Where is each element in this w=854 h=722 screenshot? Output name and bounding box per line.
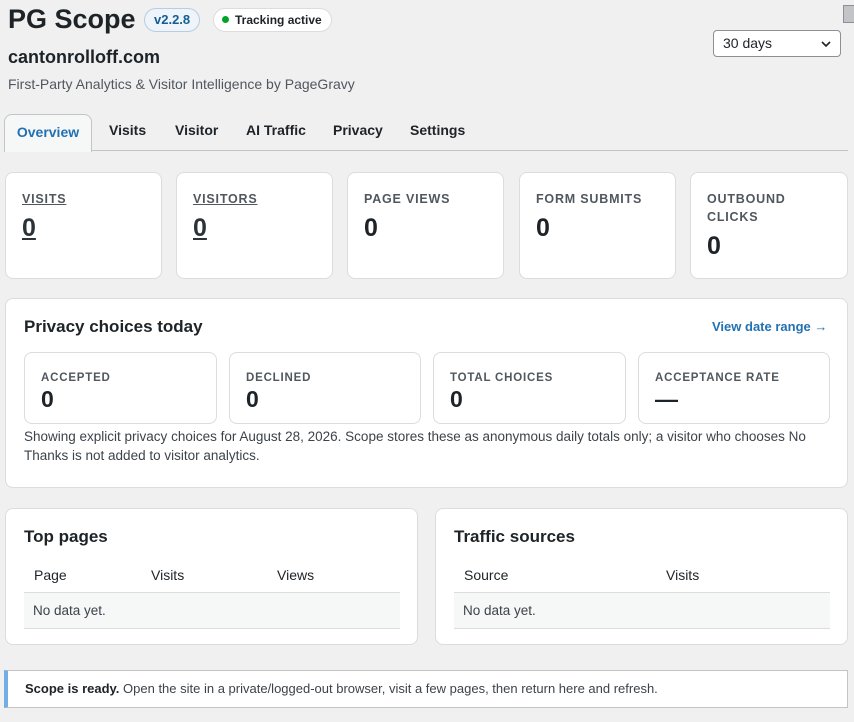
column-header-visits: Visits — [666, 567, 700, 583]
stat-label-outbound-clicks: OUTBOUND CLICKS — [707, 190, 786, 226]
tracking-status-label: Tracking active — [235, 13, 322, 27]
stat-label-line2: CLICKS — [707, 210, 759, 224]
top-pages-title: Top pages — [24, 527, 108, 546]
notice-bold-text: Scope is ready. — [25, 681, 120, 696]
date-range-value: 30 days — [723, 35, 773, 51]
tab-privacy[interactable]: Privacy — [333, 114, 383, 150]
tab-divider — [4, 150, 848, 151]
privacy-note: Showing explicit privacy choices for Aug… — [24, 427, 834, 465]
site-domain: cantonrolloff.com — [8, 47, 160, 67]
tab-settings[interactable]: Settings — [410, 114, 465, 150]
stat-card-page-views: PAGE VIEWS 0 — [347, 172, 504, 279]
tab-overview[interactable]: Overview — [4, 114, 92, 152]
notice-text: Open the site in a private/logged-out br… — [119, 681, 658, 696]
tab-visitor[interactable]: Visitor — [175, 114, 218, 150]
stat-value-page-views: 0 — [364, 214, 378, 242]
page-title: PG Scope — [8, 4, 136, 34]
view-date-range-link[interactable]: View date range → — [712, 319, 827, 334]
tab-ai-traffic[interactable]: AI Traffic — [246, 114, 306, 150]
column-header-visits: Visits — [151, 567, 185, 583]
privacy-note-line1: Showing explicit privacy choices for Aug… — [24, 429, 806, 444]
chevron-down-icon — [821, 41, 831, 48]
column-header-views: Views — [277, 567, 315, 583]
stat-card-form-submits: FORM SUBMITS 0 — [519, 172, 676, 279]
stat-label-line1: OUTBOUND — [707, 192, 786, 206]
stat-label-form-submits: FORM SUBMITS — [536, 192, 643, 206]
privacy-card-accepted: ACCEPTED 0 — [24, 352, 217, 424]
privacy-label-total-choices: TOTAL CHOICES — [450, 372, 554, 384]
stat-value-outbound-clicks: 0 — [707, 232, 721, 260]
tab-visits[interactable]: Visits — [109, 114, 146, 150]
table-row: No data yet. — [454, 592, 830, 629]
date-range-select[interactable]: 30 days — [713, 30, 841, 57]
empty-state-text: No data yet. — [463, 603, 536, 618]
stat-card-outbound-clicks: OUTBOUND CLICKS 0 — [690, 172, 848, 279]
privacy-label-accepted: ACCEPTED — [41, 372, 111, 384]
user-avatar-icon[interactable] — [843, 5, 854, 23]
privacy-panel: Privacy choices today View date range → … — [5, 298, 848, 488]
traffic-sources-title: Traffic sources — [454, 527, 575, 546]
stat-value-visitors[interactable]: 0 — [193, 214, 207, 243]
privacy-card-declined: DECLINED 0 — [229, 352, 421, 424]
stat-label-visitors[interactable]: VISITORS — [193, 190, 258, 208]
privacy-label-acceptance-rate: ACCEPTANCE RATE — [655, 372, 780, 384]
column-header-source: Source — [464, 567, 509, 583]
ready-notice: Scope is ready. Open the site in a priva… — [4, 670, 848, 708]
traffic-sources-panel: Traffic sources Source Visits No data ye… — [435, 508, 848, 645]
version-badge: v2.2.8 — [144, 8, 201, 32]
privacy-value-acceptance-rate: — — [655, 386, 678, 412]
status-dot-icon — [222, 16, 229, 23]
stat-card-visits: VISITS 0 — [5, 172, 162, 279]
stat-value-form-submits: 0 — [536, 214, 550, 242]
top-pages-panel: Top pages Page Visits Views No data yet. — [5, 508, 418, 645]
privacy-card-acceptance-rate: ACCEPTANCE RATE — — [638, 352, 830, 424]
stat-label-page-views: PAGE VIEWS — [364, 192, 451, 206]
column-header-page: Page — [34, 567, 67, 583]
privacy-value-accepted: 0 — [41, 386, 54, 412]
empty-state-text: No data yet. — [33, 603, 106, 618]
privacy-card-total-choices: TOTAL CHOICES 0 — [433, 352, 626, 424]
privacy-note-line2: Thanks is not added to visitor analytics… — [24, 448, 260, 463]
privacy-panel-title: Privacy choices today — [24, 317, 203, 336]
stat-card-visitors: VISITORS 0 — [176, 172, 333, 279]
stat-label-visits[interactable]: VISITS — [22, 190, 66, 208]
table-row: No data yet. — [24, 592, 400, 629]
tracking-status-badge: Tracking active — [213, 8, 332, 32]
privacy-value-total-choices: 0 — [450, 386, 463, 412]
privacy-value-declined: 0 — [246, 386, 259, 412]
stat-value-visits[interactable]: 0 — [22, 214, 36, 243]
page-subtitle: First-Party Analytics & Visitor Intellig… — [8, 76, 355, 92]
privacy-label-declined: DECLINED — [246, 372, 312, 384]
